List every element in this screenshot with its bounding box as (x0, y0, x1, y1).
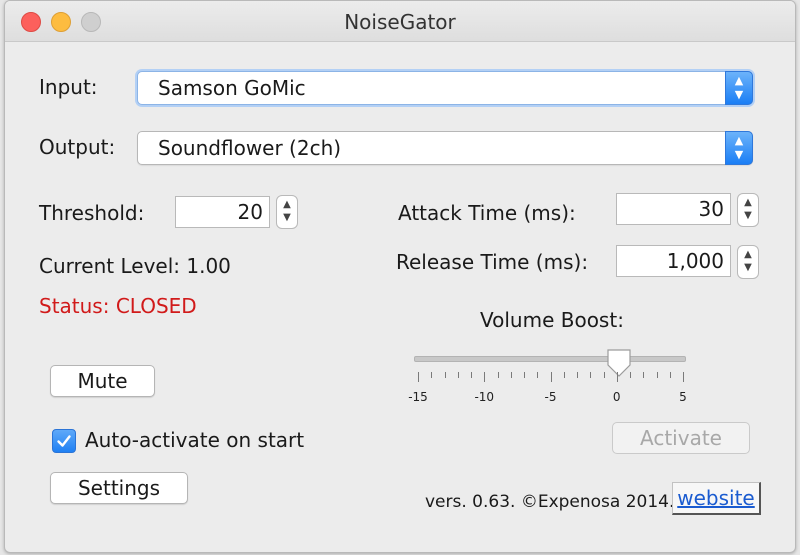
attack-time-label: Attack Time (ms): (398, 201, 576, 225)
slider-tick (683, 372, 684, 382)
slider-tick (616, 372, 618, 382)
threshold-label: Threshold: (39, 201, 145, 225)
release-time-value: 1,000 (666, 249, 724, 273)
activate-button[interactable]: Activate (612, 422, 750, 454)
slider-tick (603, 372, 605, 378)
slider-tick (418, 372, 419, 382)
input-device-select[interactable]: Samson GoMic ▲ ▼ (137, 71, 753, 105)
threshold-value: 20 (237, 200, 263, 224)
volume-boost-label: Volume Boost: (480, 308, 624, 332)
slider-tick (669, 372, 671, 378)
output-device-select[interactable]: Soundflower (2ch) ▲ ▼ (137, 131, 753, 165)
mute-button[interactable]: Mute (50, 365, 155, 397)
slider-tick (431, 372, 433, 378)
slider-tick (524, 372, 525, 378)
window-title: NoiseGator (344, 10, 456, 34)
auto-activate-label: Auto-activate on start (85, 428, 305, 452)
slider-tick (550, 372, 552, 382)
slider-tick (643, 372, 645, 378)
status-text: Status: CLOSED (39, 294, 197, 318)
website-link[interactable]: website (672, 482, 761, 515)
slider-tick (537, 372, 539, 378)
slider-tick (497, 372, 499, 378)
slider-tick-label: -15 (408, 390, 428, 404)
slider-tick (510, 372, 512, 378)
release-time-field[interactable]: 1,000 (616, 245, 731, 277)
slider-tick-label: -10 (474, 390, 495, 404)
threshold-stepper[interactable]: ▲ ▼ (276, 195, 298, 229)
slider-tick-label: 0 (612, 390, 621, 404)
slider-tick-label: -5 (544, 390, 557, 404)
auto-activate-checkbox[interactable] (52, 429, 76, 453)
input-label: Input: (39, 75, 98, 99)
output-label: Output: (39, 135, 116, 159)
current-level-text: Current Level: 1.00 (39, 254, 231, 278)
slider-tick (471, 372, 472, 378)
slider-tick-label: 5 (679, 390, 687, 404)
output-device-value: Soundflower (2ch) (158, 136, 342, 160)
slider-tick (563, 372, 565, 378)
version-text: vers. 0.63. ©Expenosa 2014. (425, 492, 675, 512)
settings-button[interactable]: Settings (50, 472, 188, 504)
attack-time-field[interactable]: 30 (616, 193, 731, 225)
slider-tick (630, 372, 631, 378)
up-down-chevron-icon[interactable]: ▲ ▼ (725, 131, 753, 165)
volume-boost-scale: -15 -10 -5 0 5 (405, 372, 705, 412)
title-bar: NoiseGator (5, 1, 795, 42)
slider-tick (656, 372, 658, 378)
release-time-stepper[interactable]: ▲ ▼ (737, 245, 759, 279)
slider-tick (577, 372, 578, 378)
slider-tick (590, 372, 592, 378)
volume-boost-slider-track[interactable] (414, 356, 686, 362)
checkmark-icon (57, 435, 71, 447)
slider-tick (484, 372, 486, 382)
attack-time-stepper[interactable]: ▲ ▼ (737, 193, 759, 227)
slider-tick (444, 372, 446, 378)
release-time-label: Release Time (ms): (396, 250, 589, 274)
attack-time-value: 30 (698, 197, 724, 221)
input-device-value: Samson GoMic (158, 76, 306, 100)
slider-tick (457, 372, 459, 378)
up-down-chevron-icon[interactable]: ▲ ▼ (725, 71, 753, 105)
threshold-field[interactable]: 20 (175, 196, 270, 228)
